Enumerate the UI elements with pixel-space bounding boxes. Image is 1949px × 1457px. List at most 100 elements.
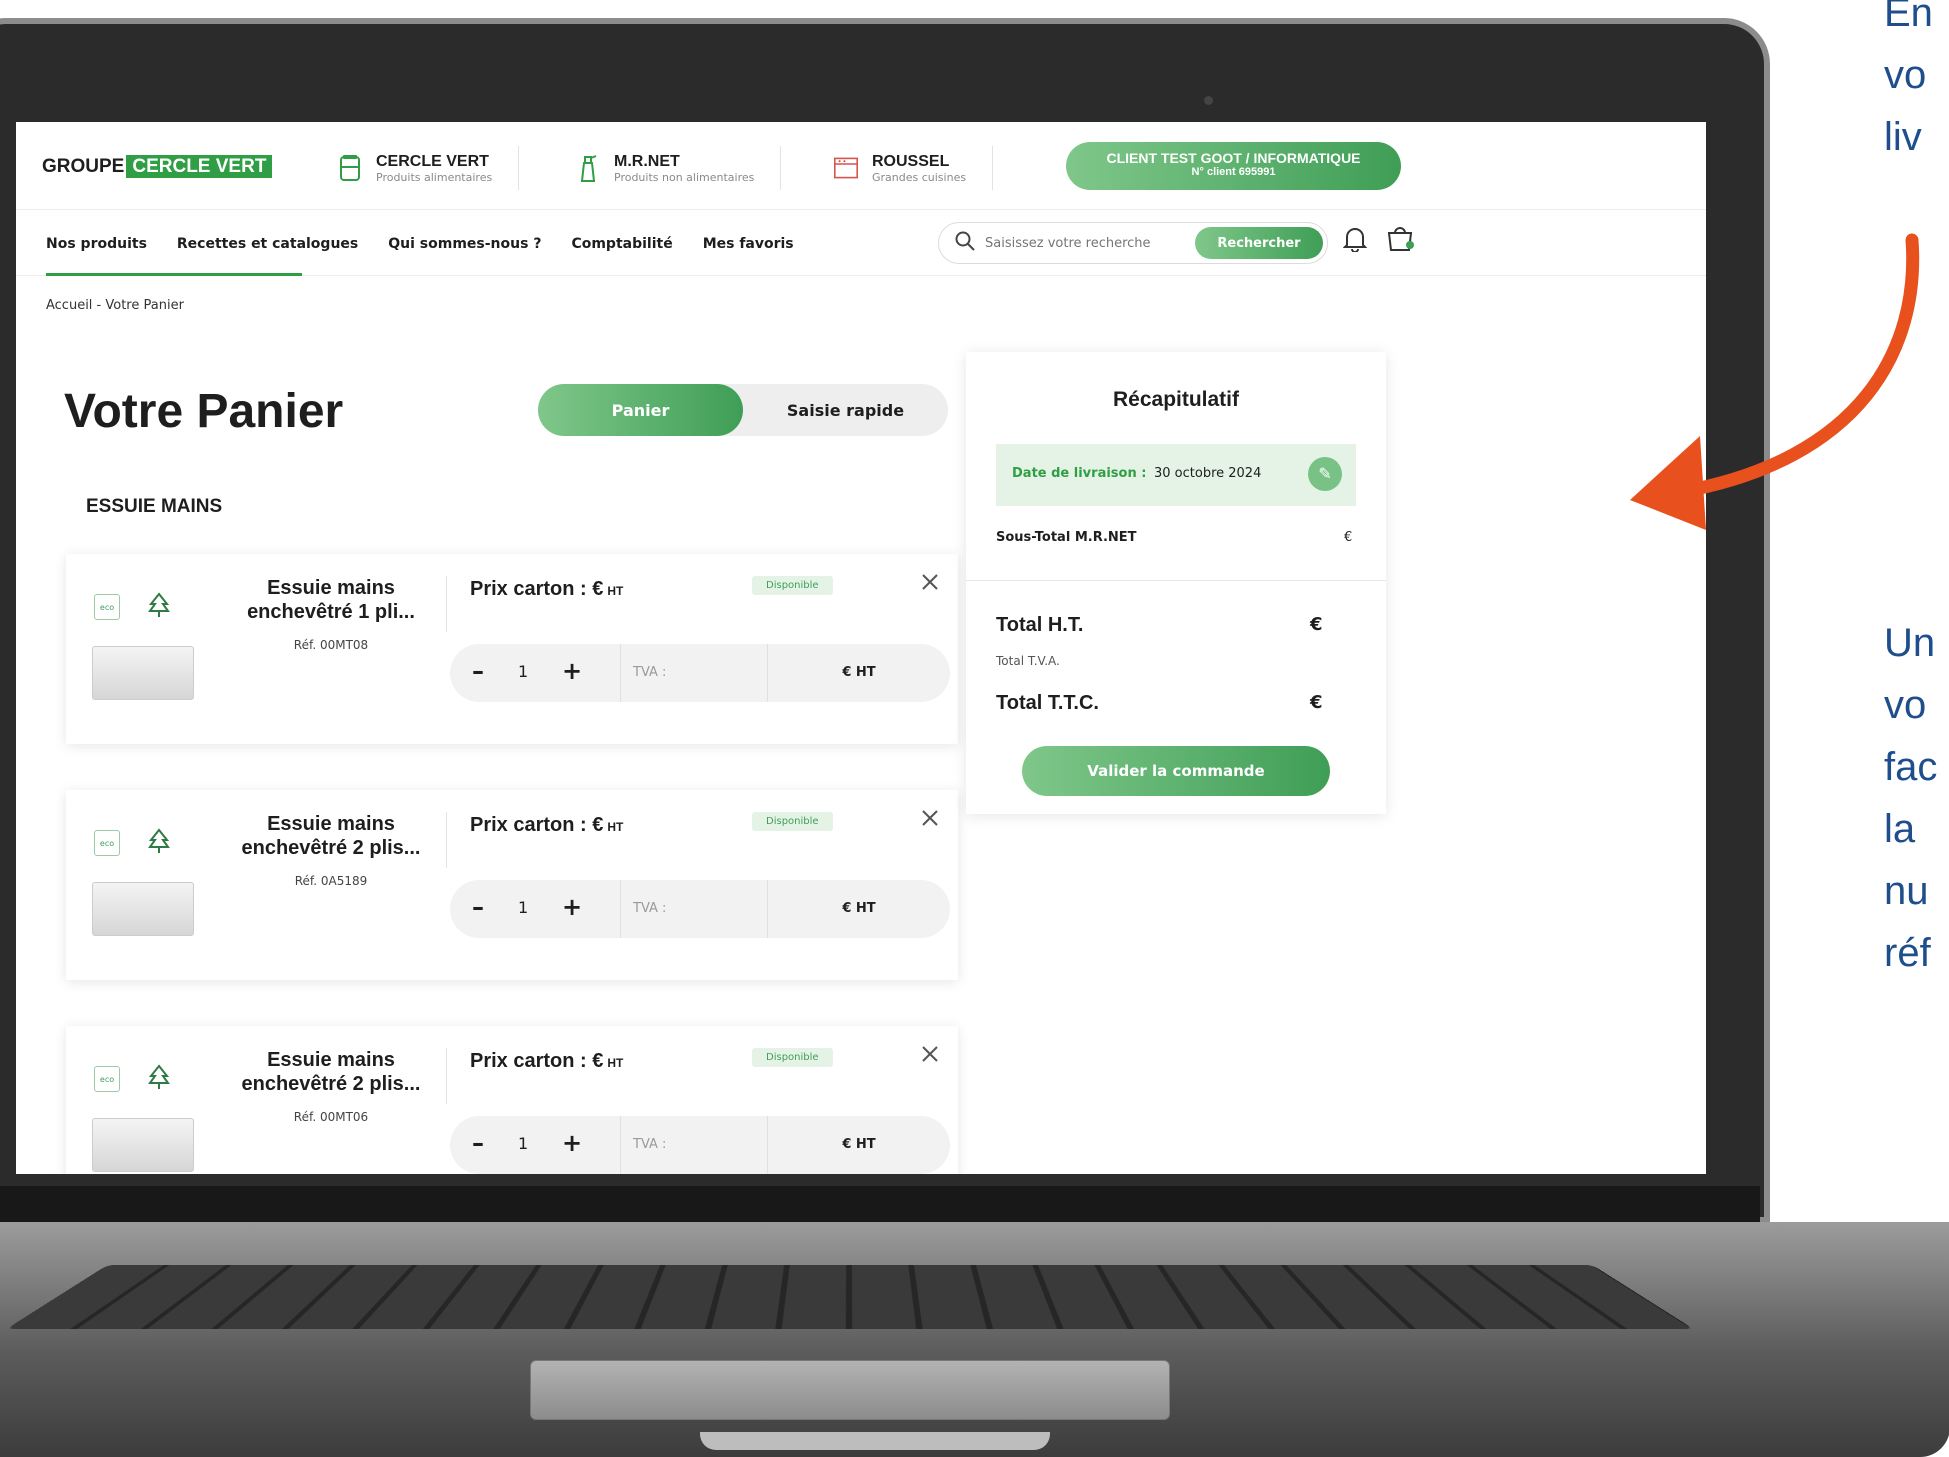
nav-link-recipes[interactable]: Recettes et catalogues <box>177 236 358 252</box>
card-divider <box>446 1048 447 1104</box>
product-image[interactable] <box>92 882 194 936</box>
brand-roussel[interactable]: ROUSSEL Grandes cuisines <box>834 146 994 190</box>
price-label: Prix carton : <box>470 814 587 836</box>
brand-name: CERCLE VERT <box>376 152 489 170</box>
breadcrumb[interactable]: Accueil - Votre Panier <box>46 298 184 313</box>
tab-panier[interactable]: Panier <box>538 384 743 436</box>
price-label: Prix carton : <box>470 1050 587 1072</box>
jar-icon <box>338 153 362 183</box>
product-name[interactable]: Essuie mains enchevêtré 2 plis... <box>236 1048 426 1096</box>
remove-item-icon[interactable] <box>921 1044 939 1069</box>
quantity-value[interactable]: 1 <box>518 1134 528 1153</box>
price-unit: HT <box>607 1056 624 1070</box>
product-ref: Réf. 00MT08 <box>293 638 369 652</box>
caption-line: nu <box>1884 869 1929 913</box>
logo-prefix: GROUPE <box>42 156 125 177</box>
increase-quantity-button[interactable]: + <box>562 893 582 921</box>
product-card: eco Essuie mains enchevêtré 2 plis... Ré… <box>66 1026 958 1174</box>
increase-quantity-button[interactable]: + <box>562 657 582 685</box>
quantity-value[interactable]: 1 <box>518 898 528 917</box>
product-image[interactable] <box>92 1118 194 1172</box>
spray-bottle-icon <box>576 153 600 183</box>
nav-link-accounting[interactable]: Comptabilité <box>571 236 672 252</box>
total-ttc-value: € <box>1310 692 1323 713</box>
quantity-stepper: – 1 + TVA : € HT <box>450 1116 950 1174</box>
remove-item-icon[interactable] <box>921 808 939 833</box>
caption-line: vo <box>1884 683 1927 727</box>
caption-line: la <box>1884 807 1916 851</box>
delivery-date-value: 30 octobre 2024 <box>1154 466 1262 481</box>
product-card: eco Essuie mains enchevêtré 2 plis... Ré… <box>66 790 958 980</box>
quantity-stepper: – 1 + TVA : € HT <box>450 644 950 702</box>
cart-bag-icon[interactable] <box>1386 224 1416 259</box>
validate-order-button[interactable]: Valider la commande <box>1022 746 1330 796</box>
line-total: € HT <box>842 665 876 680</box>
caption-line: vo <box>1884 53 1927 97</box>
price-unit: HT <box>607 584 624 598</box>
total-tva-label: Total T.V.A. <box>996 654 1060 668</box>
tva-amount: TVA : <box>620 1116 768 1174</box>
page-title: Votre Panier <box>64 385 344 438</box>
search-button[interactable]: Rechercher <box>1195 227 1323 259</box>
brand-subtitle: Produits alimentaires <box>376 170 493 184</box>
search-icon <box>955 231 975 256</box>
laptop-hinge <box>0 1186 1760 1222</box>
delivery-date-label: Date de livraison : <box>1012 466 1147 481</box>
ecolabel-icon: eco <box>94 830 120 856</box>
laptop-notch <box>700 1432 1050 1450</box>
product-ref: Réf. 00MT06 <box>293 1110 369 1124</box>
tva-amount: TVA : <box>620 644 768 702</box>
product-name[interactable]: Essuie mains enchevêtré 2 plis... <box>236 812 426 860</box>
brand-name: M.R.NET <box>614 152 680 170</box>
caption-bottom: Un vo fac la nu réf <box>1884 612 1937 984</box>
brand-name: ROUSSEL <box>872 152 950 170</box>
total-ht-label: Total H.T. <box>996 614 1084 636</box>
product-card: eco Essuie mains enchevêtré 1 pli... Réf… <box>66 554 958 744</box>
brand-cercle-vert[interactable]: CERCLE VERT Produits alimentaires <box>338 146 520 190</box>
client-account-button[interactable]: CLIENT TEST GOOT / INFORMATIQUE N° clien… <box>1066 142 1401 190</box>
quantity-value[interactable]: 1 <box>518 662 528 681</box>
nav-links: Nos produits Recettes et catalogues Qui … <box>46 236 794 252</box>
decrease-quantity-button[interactable]: – <box>472 1129 484 1157</box>
edit-pencil-icon[interactable]: ✎ <box>1308 457 1342 491</box>
product-image[interactable] <box>92 646 194 700</box>
line-total: € HT <box>842 901 876 916</box>
nav-link-favorites[interactable]: Mes favoris <box>703 236 794 252</box>
price-label: Prix carton : <box>470 578 587 600</box>
remove-item-icon[interactable] <box>921 572 939 597</box>
fsc-tree-icon <box>148 828 170 860</box>
tab-saisie-rapide[interactable]: Saisie rapide <box>743 384 948 436</box>
caption-line: réf <box>1884 931 1931 975</box>
product-name[interactable]: Essuie mains enchevêtré 1 pli... <box>236 576 426 624</box>
line-total: € HT <box>842 1137 876 1152</box>
card-divider <box>446 576 447 632</box>
search-input[interactable] <box>985 235 1170 251</box>
availability-badge: Disponible <box>752 812 833 831</box>
caption-line: liv <box>1884 115 1922 159</box>
decrease-quantity-button[interactable]: – <box>472 893 484 921</box>
total-ht-value: € <box>1310 614 1323 635</box>
product-ref: Réf. 0A5189 <box>294 874 368 888</box>
increase-quantity-button[interactable]: + <box>562 1129 582 1157</box>
laptop-base <box>0 1222 1949 1457</box>
client-name: CLIENT TEST GOOT / INFORMATIQUE <box>1106 150 1361 166</box>
camera-icon <box>1204 96 1213 105</box>
logo-highlight: CERCLE VERT <box>126 155 273 178</box>
brand-mrnet[interactable]: M.R.NET Produits non alimentaires <box>576 146 782 190</box>
availability-badge: Disponible <box>752 576 833 595</box>
section-label: ESSUIE MAINS <box>86 496 223 517</box>
ecolabel-icon: eco <box>94 594 120 620</box>
bell-icon[interactable] <box>1342 226 1368 258</box>
site-logo[interactable]: GROUPE CERCLE VERT <box>42 155 273 178</box>
summary-title: Récapitulatif <box>1112 388 1240 411</box>
summary-divider <box>966 580 1386 581</box>
price-unit: HT <box>607 820 624 834</box>
subtotal-label: Sous-Total M.R.NET <box>996 530 1137 545</box>
carton-price: Prix carton : € HT <box>470 1050 624 1072</box>
delivery-date-box: Date de livraison : 30 octobre 2024 ✎ <box>996 444 1356 506</box>
order-summary: Récapitulatif Date de livraison : 30 oct… <box>966 352 1386 814</box>
decrease-quantity-button[interactable]: – <box>472 657 484 685</box>
nav-link-products[interactable]: Nos produits <box>46 236 147 252</box>
brand-subtitle: Produits non alimentaires <box>614 170 755 184</box>
nav-link-about[interactable]: Qui sommes-nous ? <box>388 236 541 252</box>
